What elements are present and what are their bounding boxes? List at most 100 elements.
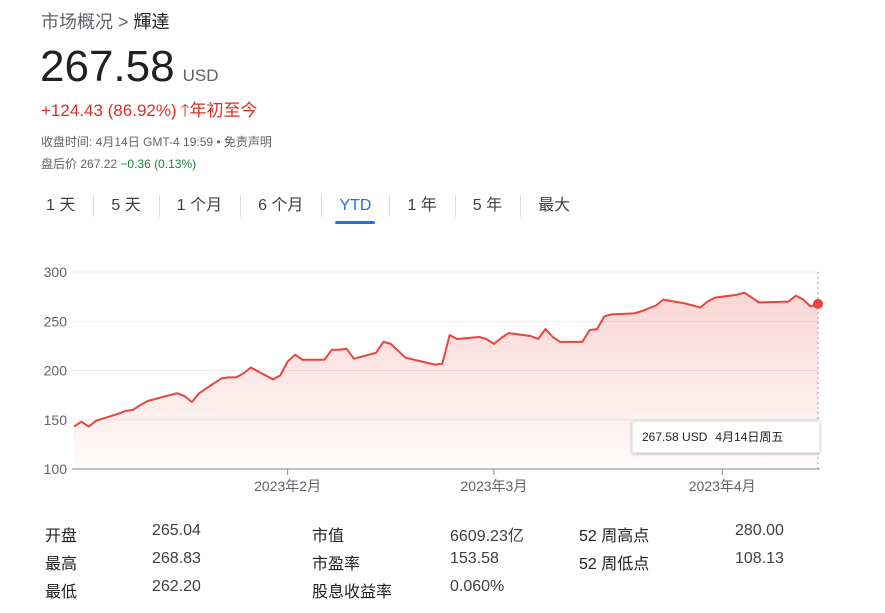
price-row: 267.58 USD bbox=[40, 42, 218, 92]
price-point-02-01 bbox=[286, 360, 290, 364]
price-point-01-26 bbox=[241, 371, 245, 375]
price-point-03-09 bbox=[551, 335, 555, 339]
key-stats: 开盘 265.04 最高 268.83 最低 262.20 市值 6609.23… bbox=[45, 520, 845, 610]
price-point-02-14 bbox=[381, 340, 385, 344]
price-point-01-25 bbox=[234, 375, 238, 379]
tab-5d[interactable]: 5 天 bbox=[93, 192, 158, 220]
stat-52w-high-label: 52 周高点 bbox=[579, 528, 650, 545]
price-point-02-24 bbox=[455, 337, 459, 341]
stat-pe-value: 153.58 bbox=[450, 550, 499, 567]
stat-high-value: 268.83 bbox=[152, 550, 201, 567]
after-hours-price: 267.22 bbox=[80, 157, 118, 171]
stat-pe-label: 市盈率 bbox=[312, 556, 361, 573]
x-tick-label: 2023年2月 bbox=[254, 478, 321, 494]
price-point-02-09 bbox=[345, 347, 349, 351]
price-point-03-22 bbox=[647, 306, 651, 310]
price-point-03-15 bbox=[595, 327, 599, 331]
price-change: +124.43 (86.92%) 🡑年初至今 bbox=[41, 96, 257, 127]
tab-max[interactable]: 最大 bbox=[520, 192, 588, 220]
price-point-02-28 bbox=[485, 337, 489, 341]
tab-1y[interactable]: 1 年 bbox=[389, 192, 454, 220]
price-point-03-30 bbox=[706, 300, 710, 304]
price-point-03-03 bbox=[507, 331, 511, 335]
price-point-03-28 bbox=[691, 303, 695, 307]
tab-6m[interactable]: 6 个月 bbox=[240, 192, 321, 220]
price-point-02-21 bbox=[433, 363, 437, 367]
y-tick-label: 300 bbox=[44, 264, 68, 280]
tab-1m[interactable]: 1 个月 bbox=[158, 192, 240, 220]
y-axis: 300 250 200 150 100 bbox=[44, 264, 68, 477]
tab-1d[interactable]: 1 天 bbox=[28, 192, 93, 220]
stat-52w-high-value: 280.00 bbox=[735, 522, 784, 539]
price-point-03-27 bbox=[683, 302, 687, 306]
stat-open-label: 开盘 bbox=[45, 528, 78, 545]
stat-low-label: 最低 bbox=[45, 584, 78, 601]
price-point-04-05 bbox=[750, 296, 754, 300]
price-point-03-16 bbox=[602, 314, 606, 318]
tab-ytd[interactable]: YTD bbox=[321, 192, 389, 224]
close-time: 收盘时间: 4月14日 GMT-4 19:59 • 免责声明 bbox=[41, 135, 272, 149]
x-tick-label: 2023年3月 bbox=[460, 478, 527, 494]
x-axis: 2023年2月 2023年3月 2023年4月 bbox=[254, 469, 756, 494]
currency-label: USD bbox=[182, 66, 219, 85]
price-point-01-31 bbox=[278, 373, 282, 377]
stat-market-cap-value: 6609.23亿 bbox=[450, 528, 524, 545]
price-point-04-11 bbox=[794, 294, 798, 298]
price-point-02-02 bbox=[293, 353, 297, 357]
price-point-02-22 bbox=[440, 362, 444, 366]
price-point-01-10 bbox=[124, 409, 128, 413]
price-point-02-10 bbox=[352, 357, 356, 361]
price-point-02-16 bbox=[396, 349, 400, 353]
price-point-01-23 bbox=[219, 376, 223, 380]
price-point-03-29 bbox=[698, 305, 702, 309]
stat-low-value: 262.20 bbox=[152, 578, 201, 595]
price-point-01-18 bbox=[182, 394, 186, 398]
price-point-02-23 bbox=[448, 333, 452, 337]
price-point-02-13 bbox=[374, 351, 378, 355]
breadcrumb: 市场概况 > 輝達 bbox=[41, 8, 170, 34]
price-point-01-19 bbox=[190, 400, 194, 404]
price-point-03-21 bbox=[639, 309, 643, 313]
breadcrumb-current: 輝達 bbox=[133, 12, 170, 32]
price-point-04-12 bbox=[801, 298, 805, 302]
y-tick-label: 200 bbox=[44, 363, 68, 379]
price-point-02-17 bbox=[403, 356, 407, 360]
price-point-01-13 bbox=[146, 399, 150, 403]
price-point-01-20 bbox=[197, 391, 201, 395]
price-point-01-17 bbox=[175, 391, 179, 395]
price-point-03-20 bbox=[632, 311, 636, 315]
price-point-01-06 bbox=[94, 419, 98, 423]
stat-52w-low-label: 52 周低点 bbox=[579, 556, 650, 573]
price-point-03-24 bbox=[661, 298, 665, 302]
price-point-02-08 bbox=[337, 348, 341, 352]
price-point-01-24 bbox=[227, 375, 231, 379]
tab-5y[interactable]: 5 年 bbox=[454, 192, 520, 220]
stat-52w-low-value: 108.13 bbox=[735, 550, 784, 567]
breadcrumb-separator: > bbox=[118, 12, 129, 32]
price-point-04-10 bbox=[787, 300, 791, 304]
stat-open-value: 265.04 bbox=[152, 522, 201, 539]
tooltip-date: 4月14日周五 bbox=[715, 430, 784, 444]
change-value: +124.43 (86.92%) bbox=[41, 101, 177, 120]
after-hours: 盘后价 267.22 −0.36 (0.13%) bbox=[41, 155, 196, 172]
price-point-03-01 bbox=[492, 342, 496, 346]
price-chart[interactable]: 300 250 200 150 100 2023年2月 2023年3月 2023年4月 bbox=[0, 255, 885, 500]
breadcrumb-root-link[interactable]: 市场概况 bbox=[41, 12, 113, 32]
y-tick-label: 150 bbox=[44, 412, 68, 428]
price-point-03-17 bbox=[610, 312, 614, 316]
price-point-04-06 bbox=[757, 301, 761, 305]
price-point-01-12 bbox=[138, 403, 142, 407]
stat-market-cap-label: 市值 bbox=[312, 528, 345, 545]
price-point-04-14 bbox=[816, 302, 820, 306]
price-point-01-30 bbox=[271, 377, 275, 381]
stat-high-label: 最高 bbox=[45, 556, 78, 573]
price-point-01-04 bbox=[79, 420, 83, 424]
price-tooltip: 267.58 USD 4月14日周五 bbox=[632, 421, 820, 453]
price-point-02-06 bbox=[322, 358, 326, 362]
price-point-02-27 bbox=[477, 335, 481, 339]
price-point-03-08 bbox=[543, 327, 547, 331]
price-point-03-10 bbox=[558, 340, 562, 344]
price-point-03-31 bbox=[713, 296, 717, 300]
price-point-01-03 bbox=[72, 425, 76, 429]
price-point-03-14 bbox=[588, 328, 592, 332]
